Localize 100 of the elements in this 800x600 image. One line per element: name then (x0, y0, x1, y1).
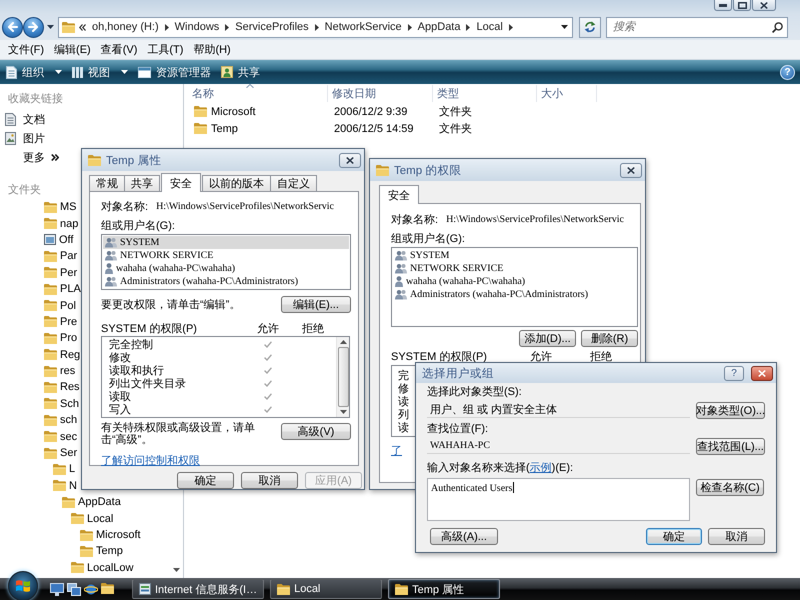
advanced-button[interactable]: 高级(V) (281, 423, 351, 440)
edit-button[interactable]: 编辑(E)... (281, 296, 351, 312)
user-list-item[interactable]: Administrators (wahaha-PC\Administrators) (103, 275, 349, 288)
triangle-right-icon[interactable] (408, 24, 412, 30)
user-list-item[interactable]: SYSTEM (103, 236, 349, 249)
folder-tree-item[interactable]: Per (44, 264, 78, 281)
user-list-item[interactable]: wahaha (wahaha-PC\wahaha) (393, 275, 636, 288)
close-button[interactable] (620, 162, 642, 178)
back-button[interactable] (2, 16, 23, 38)
scroll-thumb[interactable] (338, 347, 348, 407)
tab[interactable]: 常规 (89, 175, 125, 191)
folder-tree-item[interactable]: AppData (62, 494, 121, 510)
menu-item[interactable]: 查看(V) (98, 41, 140, 58)
tab[interactable]: 安全 (379, 185, 419, 204)
search-icon[interactable] (772, 22, 783, 32)
folder-tree-item[interactable]: Pre (44, 314, 78, 330)
search-field[interactable]: 搜索 (606, 16, 788, 38)
column-header[interactable]: 名称 (188, 85, 328, 102)
triangle-down-icon[interactable] (173, 568, 180, 572)
triangle-right-icon[interactable] (466, 24, 470, 30)
triangle-right-icon[interactable] (225, 24, 230, 30)
dialog-button[interactable]: 确定 (177, 472, 234, 489)
close-button[interactable] (339, 152, 361, 168)
taskbar-button[interactable]: Local (270, 579, 382, 599)
dialog-button[interactable]: 高级(A)... (430, 528, 498, 545)
locations-button[interactable]: 查找范围(L)... (696, 438, 765, 455)
toolbar-button[interactable]: 视图 (69, 61, 135, 83)
toolbar-button[interactable]: 资源管理器 (135, 61, 218, 83)
column-header[interactable]: 类型 (433, 85, 537, 102)
folder-tree-item[interactable]: Pol (44, 297, 76, 314)
folder-tree-item[interactable]: Local (71, 510, 114, 527)
desktop-icon[interactable] (50, 582, 64, 596)
folder-tree-item[interactable]: Microsoft (80, 526, 141, 544)
tab[interactable]: 以前的版本 (202, 175, 271, 191)
address-bar[interactable]: oh,honey (H:) Windows ServiceProfiles NetworkService AppData Local (58, 16, 573, 38)
tab[interactable]: 共享 (124, 175, 160, 191)
folder-tree-item[interactable]: PLA (44, 280, 81, 298)
user-list-item[interactable]: SYSTEM (393, 249, 636, 262)
start-button[interactable] (8, 571, 38, 600)
dialog-button[interactable]: 删除(R) (581, 330, 638, 347)
folder-tree-item[interactable]: Temp (80, 543, 123, 560)
column-header[interactable]: 修改日期 (328, 85, 433, 102)
dialog-button[interactable]: 取消 (241, 472, 298, 489)
file-name[interactable]: Microsoft (211, 106, 256, 118)
user-list-item[interactable]: wahaha (wahaha-PC\wahaha) (103, 262, 349, 275)
toolbar-button[interactable]: 组织 (3, 61, 69, 83)
user-list-item[interactable]: NETWORK SERVICE (103, 249, 349, 262)
user-list-item[interactable]: NETWORK SERVICE (393, 262, 636, 275)
tab[interactable]: 自定义 (270, 175, 317, 191)
close-button[interactable] (752, 0, 776, 11)
help-link[interactable]: 了 (391, 443, 402, 458)
close-button[interactable] (751, 366, 773, 380)
check-names-button[interactable]: 检查名称(C) (696, 479, 764, 496)
menu-item[interactable]: 帮助(H) (190, 41, 234, 58)
folder-tree-item[interactable]: MS (44, 199, 76, 216)
object-types-button[interactable]: 对象类型(O)... (696, 402, 765, 419)
folder-tree-item[interactable]: N (53, 478, 77, 494)
scrollbar[interactable] (336, 337, 349, 417)
taskbar-button[interactable]: Internet 信息服务(I… (132, 579, 264, 599)
folder-tree-item[interactable]: Ser (44, 444, 78, 462)
breadcrumb[interactable]: oh,honey (H:) (89, 21, 162, 33)
breadcrumb[interactable]: NetworkService (322, 21, 405, 33)
folder-tree-item[interactable]: Off (44, 232, 74, 248)
folder-icon[interactable] (101, 582, 114, 594)
triangle-down-icon[interactable] (340, 410, 346, 414)
favorite-link[interactable]: 文档 (5, 110, 47, 129)
help-link[interactable]: 了解访问控制和权限 (101, 453, 200, 468)
examples-link[interactable]: 示例 (530, 462, 552, 474)
folder-tree-item[interactable]: LocalLow (71, 560, 134, 576)
triangle-up-icon[interactable] (340, 340, 346, 344)
triangle-right-icon[interactable] (314, 24, 319, 30)
taskbar-button[interactable]: Temp 属性 (388, 579, 500, 599)
picture-icon[interactable] (5, 132, 16, 145)
folder-tree-item[interactable]: Sch (44, 396, 79, 412)
file-name[interactable]: Temp (211, 122, 238, 134)
toolbar-button[interactable]: 共享 (218, 61, 267, 83)
triangle-right-icon[interactable] (164, 24, 169, 30)
globe-ring-icon[interactable] (84, 582, 98, 596)
favorite-link[interactable]: 图片 (5, 129, 47, 148)
stacked-windows-icon[interactable] (67, 582, 81, 596)
triangle-right-icon[interactable] (508, 24, 513, 30)
tab[interactable]: 安全 (161, 173, 201, 192)
breadcrumb[interactable]: ServiceProfiles (232, 21, 312, 33)
menu-item[interactable]: 文件(F) (5, 41, 48, 58)
folder-tree-item[interactable]: Reg (44, 346, 80, 363)
dialog-button[interactable]: 取消 (708, 528, 765, 545)
maximize-button[interactable] (733, 0, 751, 11)
breadcrumb[interactable]: AppData (414, 21, 464, 33)
breadcrumb[interactable]: Windows (172, 21, 222, 33)
column-header[interactable]: 大小 (537, 85, 597, 102)
breadcrumb[interactable]: Local (473, 21, 506, 33)
folder-tree-item[interactable]: res (44, 362, 76, 380)
document-icon[interactable] (5, 113, 16, 126)
folder-tree-item[interactable]: sec (44, 428, 78, 445)
object-names-field[interactable]: Authenticated Users (427, 478, 690, 521)
folder-tree-item[interactable]: Res (44, 379, 80, 396)
user-list-item[interactable]: Administrators (wahaha-PC\Administrators) (393, 288, 636, 301)
forward-button[interactable] (23, 16, 44, 38)
folder-tree-item[interactable]: Pro (44, 330, 78, 347)
help-button[interactable]: ? (724, 366, 744, 380)
